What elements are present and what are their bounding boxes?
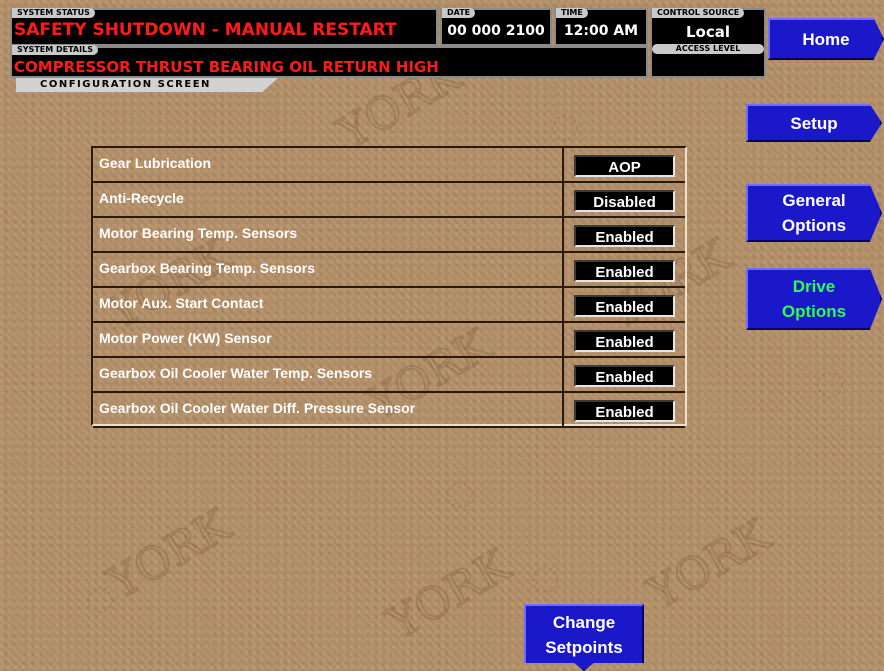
time-label: TIME — [556, 8, 588, 18]
change-setpoints-label-line1: Change — [552, 613, 616, 632]
config-value-cell: Enabled — [564, 288, 685, 323]
config-label: Motor Power (KW) Sensor — [93, 323, 564, 358]
screen-title: CONFIGURATION SCREEN — [16, 78, 278, 92]
system-status-label: SYSTEM STATUS — [12, 8, 95, 18]
config-value-cell: Enabled — [564, 323, 685, 358]
config-row-oil-cooler-diff-pressure: Gearbox Oil Cooler Water Diff. Pressure … — [93, 393, 685, 428]
config-label: Motor Bearing Temp. Sensors — [93, 218, 564, 253]
time-value: 12:00 AM — [563, 23, 639, 39]
config-label: Gearbox Oil Cooler Water Temp. Sensors — [93, 358, 564, 393]
system-status-value: SAFETY SHUTDOWN - MANUAL RESTART — [14, 20, 397, 40]
config-label: Anti-Recycle — [93, 183, 564, 218]
home-button[interactable]: Home — [768, 18, 884, 60]
system-details-value: COMPRESSOR THRUST BEARING OIL RETURN HIG… — [14, 58, 439, 76]
config-row-gearbox-bearing-temp: Gearbox Bearing Temp. Sensors Enabled — [93, 253, 685, 288]
config-label: Gearbox Oil Cooler Water Diff. Pressure … — [93, 393, 564, 428]
change-setpoints-label-line2: Setpoints — [545, 638, 623, 657]
general-options-button[interactable]: General Options — [746, 184, 882, 242]
gearbox-bearing-temp-value-button[interactable]: Enabled — [574, 260, 675, 282]
motor-aux-start-value-button[interactable]: Enabled — [574, 295, 675, 317]
setup-button-label: Setup — [790, 113, 838, 133]
motor-bearing-temp-value-button[interactable]: Enabled — [574, 225, 675, 247]
drive-options-label-line1: Drive — [792, 277, 836, 296]
svg-text:YORK: YORK — [639, 509, 780, 620]
config-value-cell: Enabled — [564, 393, 685, 428]
config-value-cell: Enabled — [564, 253, 685, 288]
config-row-oil-cooler-water-temp: Gearbox Oil Cooler Water Temp. Sensors E… — [93, 358, 685, 393]
date-label: DATE — [442, 8, 476, 18]
config-row-motor-bearing-temp: Motor Bearing Temp. Sensors Enabled — [93, 218, 685, 253]
general-options-label-line1: General — [782, 191, 846, 210]
config-row-motor-aux-start: Motor Aux. Start Contact Enabled — [93, 288, 685, 323]
config-value-cell: Disabled — [564, 183, 685, 218]
config-label: Gear Lubrication — [93, 148, 564, 183]
svg-text:YORK: YORK — [379, 539, 520, 650]
svg-text:YORK: YORK — [99, 499, 240, 610]
drive-options-label-line2: Options — [781, 302, 847, 321]
date-value: 00 000 2100 — [447, 23, 545, 39]
drive-options-button[interactable]: Drive Options — [746, 268, 882, 330]
configuration-table: Gear Lubrication AOP Anti-Recycle Disabl… — [91, 146, 687, 428]
anti-recycle-value-button[interactable]: Disabled — [574, 190, 675, 212]
config-row-motor-power-sensor: Motor Power (KW) Sensor Enabled — [93, 323, 685, 358]
config-row-gear-lubrication: Gear Lubrication AOP — [93, 148, 685, 183]
control-source-label: CONTROL SOURCE — [652, 8, 745, 18]
gear-lubrication-value-button[interactable]: AOP — [574, 155, 675, 177]
control-source-panel — [650, 8, 766, 78]
change-setpoints-button[interactable]: Change Setpoints — [524, 604, 644, 671]
oil-cooler-water-temp-value-button[interactable]: Enabled — [574, 365, 675, 387]
general-options-label-line2: Options — [781, 216, 847, 235]
system-details-label: SYSTEM DETAILS — [12, 45, 98, 55]
access-level-label: ACCESS LEVEL — [652, 44, 764, 54]
control-source-value: Local — [685, 23, 731, 41]
config-label: Motor Aux. Start Contact — [93, 288, 564, 323]
config-value-cell: Enabled — [564, 358, 685, 393]
home-button-label: Home — [802, 29, 850, 49]
motor-power-sensor-value-button[interactable]: Enabled — [574, 330, 675, 352]
config-value-cell: Enabled — [564, 218, 685, 253]
config-label: Gearbox Bearing Temp. Sensors — [93, 253, 564, 288]
config-row-anti-recycle: Anti-Recycle Disabled — [93, 183, 685, 218]
setup-button[interactable]: Setup — [746, 104, 882, 142]
oil-cooler-diff-pressure-value-button[interactable]: Enabled — [574, 400, 675, 422]
config-value-cell: AOP — [564, 148, 685, 183]
